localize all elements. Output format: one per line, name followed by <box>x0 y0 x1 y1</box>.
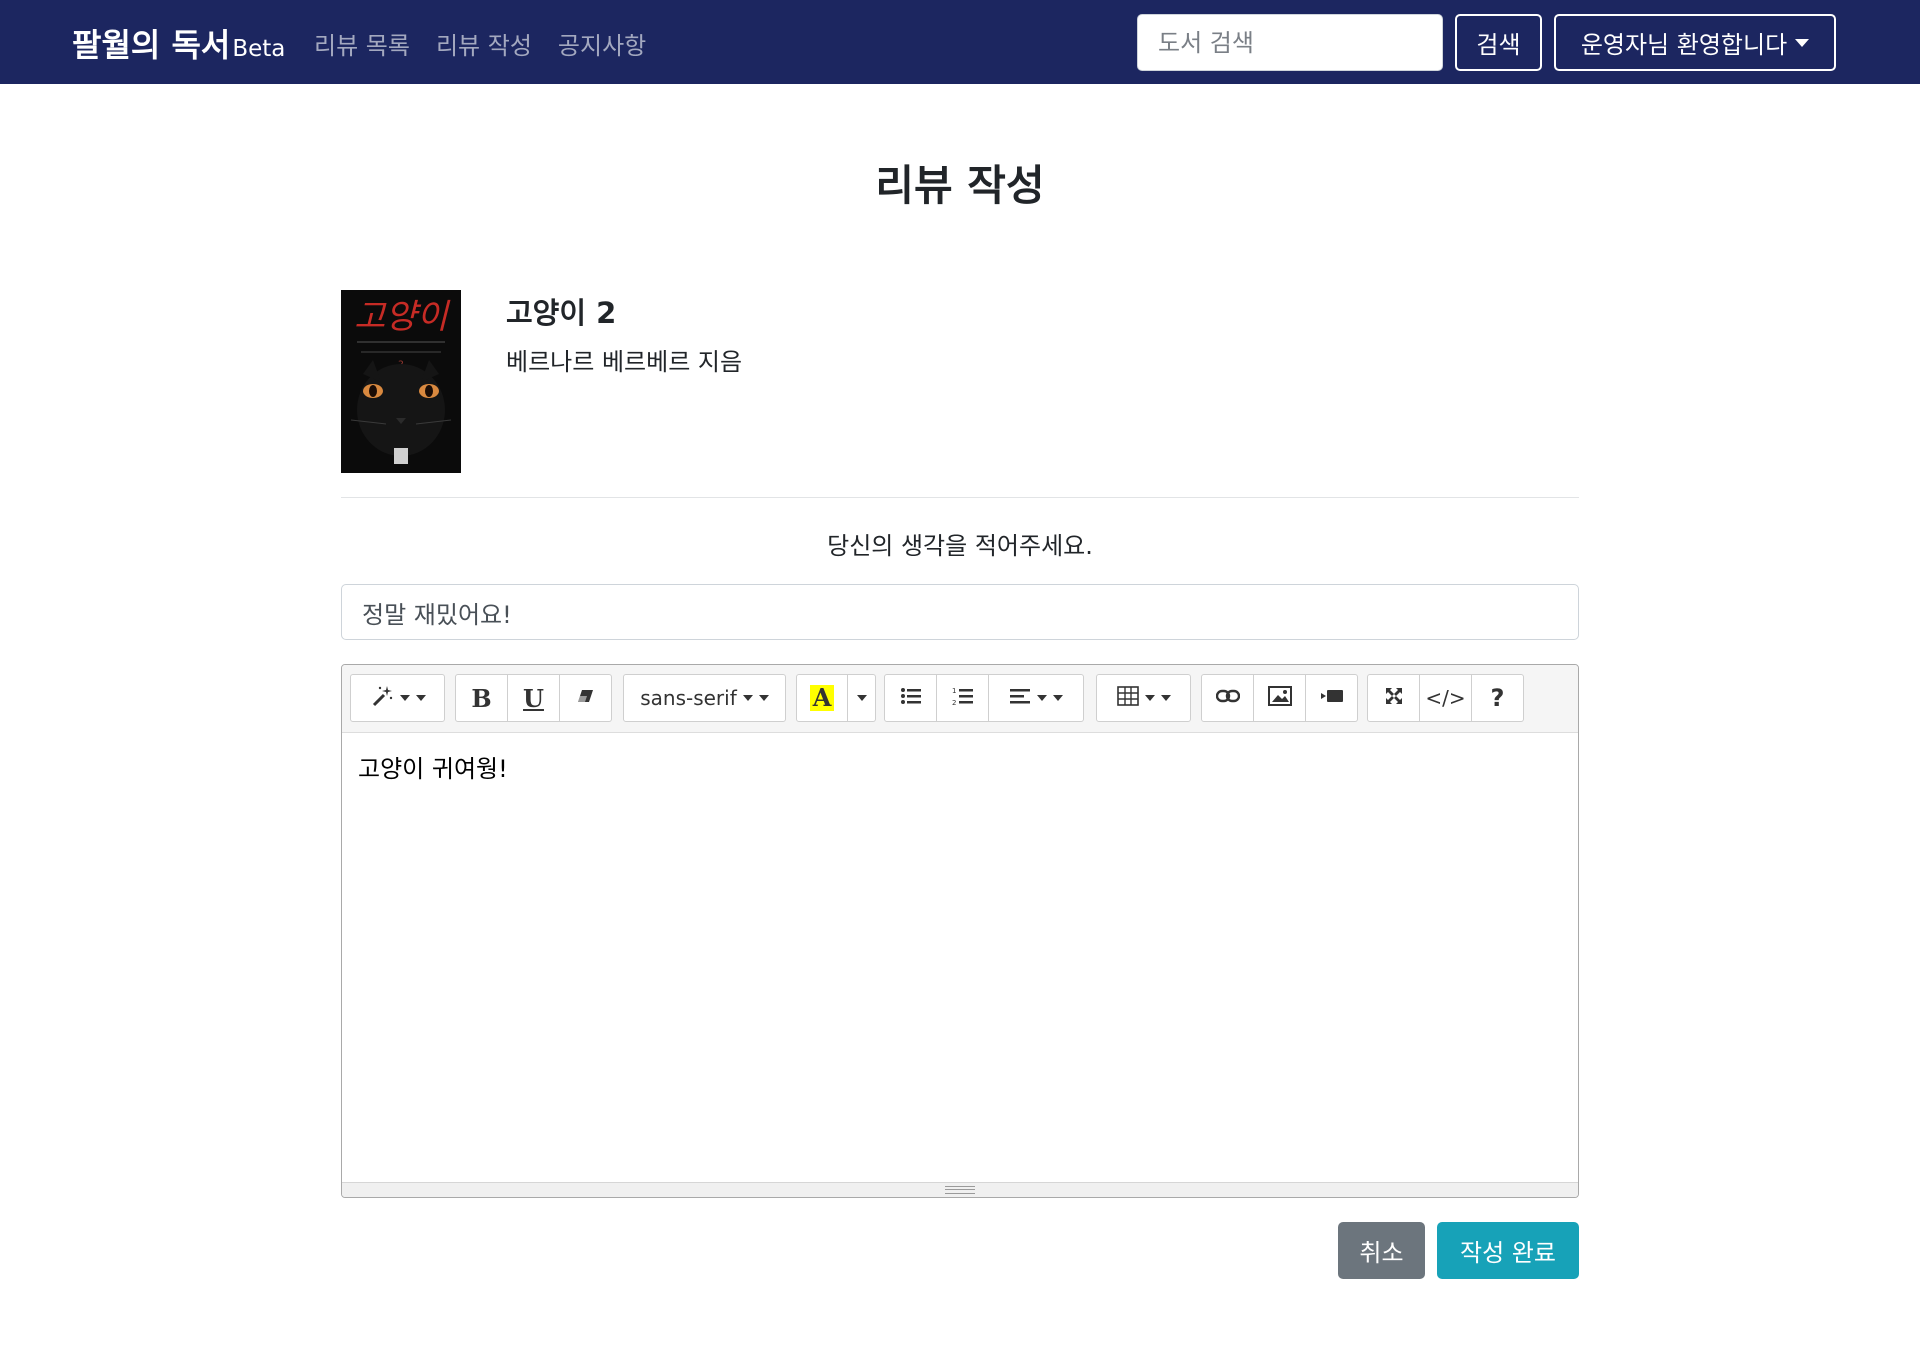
font-style-group: B U <box>455 674 612 722</box>
cancel-button[interactable]: 취소 <box>1338 1222 1425 1279</box>
underline-icon: U <box>523 683 544 713</box>
editor-statusbar <box>342 1182 1578 1197</box>
view-group: </> ? <box>1367 674 1524 722</box>
code-view-icon: </> <box>1425 686 1466 710</box>
svg-text:1: 1 <box>952 687 956 695</box>
ordered-list-icon: 12 <box>952 686 974 710</box>
table-icon <box>1116 686 1139 710</box>
submit-review-button[interactable]: 작성 완료 <box>1437 1222 1579 1279</box>
brand-logo[interactable]: 팔월의 독서Beta <box>72 20 285 66</box>
nav-link-write-review[interactable]: 리뷰 작성 <box>436 26 532 61</box>
page-title: 리뷰 작성 <box>875 161 1045 210</box>
user-menu-label: 운영자님 환영합니다 <box>1580 31 1788 59</box>
section-divider <box>341 497 1579 498</box>
insert-picture-button[interactable] <box>1254 674 1306 722</box>
eraser-icon <box>576 686 596 710</box>
editor-toolbar: B U sans-serif A 1 2 </> ? <box>342 665 1578 733</box>
user-menu-dropdown[interactable]: 운영자님 환영합니다 <box>1554 14 1836 71</box>
font-family-group: sans-serif <box>623 674 786 722</box>
color-group: A <box>796 674 876 722</box>
caret-down-icon <box>1160 695 1171 701</box>
font-color-icon: A <box>809 685 835 711</box>
top-navbar: 팔월의 독서Beta 리뷰 목록 리뷰 작성 공지사항 검색 운영자님 환영합니… <box>0 0 1920 84</box>
bullet-list-button[interactable] <box>884 674 937 722</box>
caret-down-icon <box>758 695 769 701</box>
book-search-input[interactable] <box>1137 14 1443 71</box>
link-icon <box>1215 688 1240 708</box>
code-view-button[interactable]: </> <box>1420 674 1472 722</box>
fullscreen-icon <box>1384 686 1404 710</box>
insert-video-button[interactable] <box>1306 674 1358 722</box>
brand-name: 팔월의 독서 <box>72 26 231 64</box>
review-prompt: 당신의 생각을 적어주세요. <box>827 532 1093 560</box>
caret-down-icon <box>1795 38 1810 47</box>
cover-title-text: 고양이 <box>354 297 451 337</box>
caret-down-icon <box>399 695 410 701</box>
insert-link-button[interactable] <box>1201 674 1254 722</box>
resize-handle[interactable] <box>945 1186 975 1194</box>
brand-beta-label: Beta <box>232 36 286 62</box>
help-button[interactable]: ? <box>1472 674 1524 722</box>
svg-text:2: 2 <box>952 699 956 706</box>
editor-content-area[interactable]: 고양이 귀여웡! <box>342 733 1578 1182</box>
search-button[interactable]: 검색 <box>1455 14 1542 71</box>
nav-link-notice[interactable]: 공지사항 <box>558 26 646 61</box>
align-icon <box>1009 687 1031 709</box>
font-family-value: sans-serif <box>640 686 737 710</box>
underline-button[interactable]: U <box>508 674 560 722</box>
video-icon <box>1320 688 1344 708</box>
fullscreen-button[interactable] <box>1367 674 1420 722</box>
clear-format-button[interactable] <box>560 674 612 722</box>
color-dropdown-button[interactable] <box>848 674 876 722</box>
book-author: 베르나르 베르베르 지음 <box>506 348 743 376</box>
editor-body-text: 고양이 귀여웡! <box>358 755 508 783</box>
paragraph-group: 12 <box>884 674 1084 722</box>
picture-icon <box>1267 686 1292 710</box>
help-icon: ? <box>1490 684 1505 712</box>
style-dropdown-button[interactable] <box>350 674 445 722</box>
rich-text-editor: B U sans-serif A 1 2 </> ? 고양이 귀여웡! <box>341 664 1579 1198</box>
nav-links: 리뷰 목록 리뷰 작성 공지사항 <box>314 26 646 61</box>
font-family-dropdown[interactable]: sans-serif <box>623 674 786 722</box>
caret-down-icon <box>1037 695 1047 701</box>
magic-icon <box>370 684 394 712</box>
caret-down-icon <box>742 695 753 701</box>
bullet-list-icon <box>900 686 922 710</box>
style-group <box>350 674 445 722</box>
caret-down-icon <box>856 695 867 701</box>
insert-group <box>1201 674 1358 722</box>
caret-down-icon <box>1053 695 1063 701</box>
nav-link-review-list[interactable]: 리뷰 목록 <box>314 26 410 61</box>
caret-down-icon <box>415 695 426 701</box>
bold-button[interactable]: B <box>455 674 508 722</box>
ordered-list-button[interactable]: 12 <box>937 674 989 722</box>
table-group <box>1096 674 1191 722</box>
recent-color-button[interactable]: A <box>796 674 848 722</box>
review-title-input[interactable] <box>341 584 1579 640</box>
book-title: 고양이 2 <box>506 296 617 330</box>
bold-icon: B <box>471 683 492 713</box>
book-cover-image: 고양이 2 <box>341 290 461 473</box>
caret-down-icon <box>1144 695 1155 701</box>
table-dropdown-button[interactable] <box>1096 674 1191 722</box>
align-dropdown-button[interactable] <box>989 674 1084 722</box>
